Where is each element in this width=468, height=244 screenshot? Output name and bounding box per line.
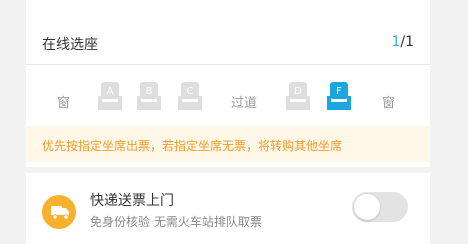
seat-map: 窗 A B C 过道 D F 窗 [26,79,430,119]
seat-c[interactable]: C [178,82,202,110]
selected-seat-count: 1/1 [391,34,414,50]
seat-letter: D [294,86,302,97]
seat-letter: C [187,86,194,97]
seat-icon: D [286,82,310,110]
seat-b[interactable]: B [137,82,161,110]
seat-icon: C [178,82,202,110]
express-delivery-row[interactable]: 快递送票上门 免身份核验 无需火车站排队取票 [26,173,430,244]
seat-icon: A [98,82,122,110]
express-title: 快递送票上门 [90,193,174,209]
seat-letter: F [336,86,342,97]
count-total: /1 [400,34,414,50]
seat-selection-card: 在线选座 1/1 窗 A B C 过道 D F 窗 优先按指定坐席出票，若指定坐… [26,0,430,167]
seat-letter: A [107,86,114,97]
aisle-label: 过道 [231,96,258,111]
toggle-knob [354,194,380,220]
express-toggle[interactable] [352,192,408,222]
seat-a[interactable]: A [98,82,122,110]
seat-d[interactable]: D [286,82,310,110]
notice-text: 优先按指定坐席出票，若指定坐席无票，将转购其他坐席 [42,139,343,153]
window-label-left: 窗 [57,96,71,111]
delivery-icon [42,195,76,229]
seat-f[interactable]: F [327,82,351,110]
seat-notice: 优先按指定坐席出票，若指定坐席无票，将转购其他坐席 [26,126,430,162]
seat-icon: F [327,82,351,110]
window-label-right: 窗 [382,96,396,111]
express-subtitle: 免身份核验 无需火车站排队取票 [90,215,262,229]
seat-letter: B [146,86,153,97]
seat-icon: B [137,82,161,110]
section-title: 在线选座 [42,37,98,53]
